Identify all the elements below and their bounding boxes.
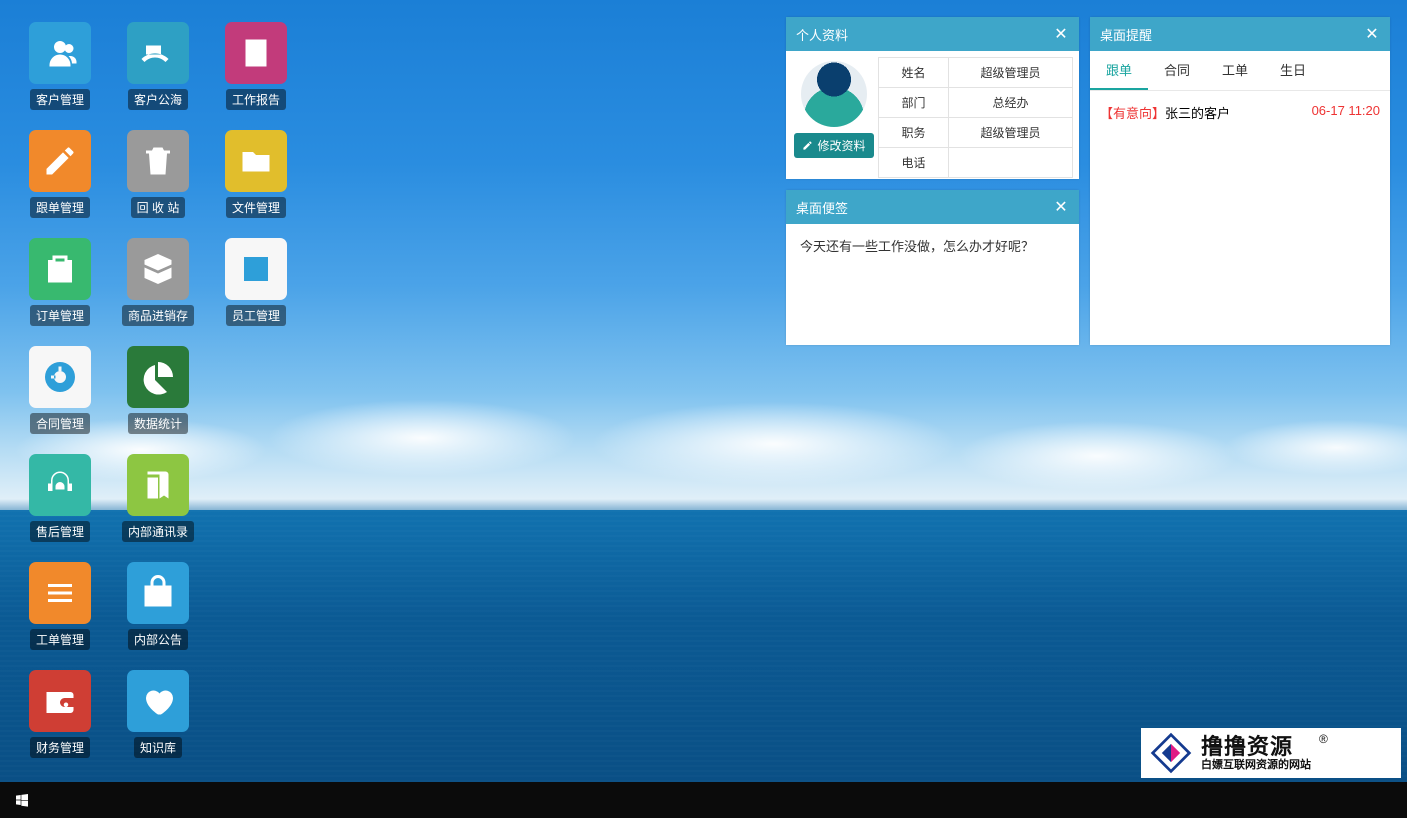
reminder-tab-2[interactable]: 工单 (1206, 51, 1264, 90)
avatar (801, 61, 867, 127)
desktop-icon-recycle-bin[interactable]: 回 收 站 (122, 130, 194, 218)
reminder-text: 张三的客户 (1165, 106, 1230, 121)
list-icon (29, 562, 91, 624)
desktop-icon-label: 商品进销存 (122, 305, 194, 326)
desktop-icon-knowledge[interactable]: 知识库 (122, 670, 194, 758)
desktop-icon-aftersales[interactable]: 售后管理 (24, 454, 96, 542)
desktop-icon-contract-mgmt[interactable]: 合同管理 (24, 346, 96, 434)
desktop-icon-inventory[interactable]: 商品进销存 (122, 238, 194, 326)
desktop-icon-customer-mgmt[interactable]: 客户管理 (24, 22, 96, 110)
reminder-tabs: 跟单合同工单生日 (1090, 51, 1390, 91)
desktop-icon-announcement[interactable]: 内部公告 (122, 562, 194, 650)
reminder-tab-0[interactable]: 跟单 (1090, 51, 1148, 90)
watermark: 撸撸资源 白嫖互联网资源的网站 ® (1141, 728, 1401, 778)
notes-title: 桌面便签 (796, 198, 848, 217)
desktop-icon-label: 知识库 (134, 737, 182, 758)
pie-icon (127, 346, 189, 408)
serve-icon (127, 22, 189, 84)
reminder-time: 06-17 11:20 (1312, 103, 1380, 122)
watermark-reg: ® (1319, 732, 1328, 746)
close-icon[interactable]: ✕ (1364, 24, 1380, 44)
desktop-icon-staff-mgmt[interactable]: 员工管理 (220, 238, 292, 326)
desktop-icon-label: 客户管理 (30, 89, 90, 110)
desktop-icon-contacts[interactable]: 内部通讯录 (122, 454, 194, 542)
heart-icon (127, 670, 189, 732)
desktop-icon-finance[interactable]: 财务管理 (24, 670, 96, 758)
reminders-header[interactable]: 桌面提醒 ✕ (1090, 17, 1390, 51)
edit-profile-button[interactable]: 修改资料 (794, 133, 873, 158)
watermark-title: 撸撸资源 (1201, 735, 1311, 759)
desktop-icon-stats[interactable]: 数据统计 (122, 346, 194, 434)
idcard-icon (225, 238, 287, 300)
desktop-icon-followup-mgmt[interactable]: 跟单管理 (24, 130, 96, 218)
taskbar (0, 782, 1407, 818)
reminders-panel: 桌面提醒 ✕ 跟单合同工单生日 【有意向】张三的客户 06-17 11:20 (1090, 17, 1390, 345)
bag-icon (127, 562, 189, 624)
folder-icon (225, 130, 287, 192)
desktop-icon-label: 内部通讯录 (122, 521, 194, 542)
profile-header[interactable]: 个人资料 ✕ (786, 17, 1079, 51)
profile-table: 姓名超级管理员 部门总经办 职务超级管理员 电话 (878, 57, 1073, 178)
desktop-icon-label: 文件管理 (226, 197, 286, 218)
notes-body[interactable]: 今天还有一些工作没做，怎么办才好呢？ (786, 224, 1079, 345)
wallet-icon (29, 670, 91, 732)
profile-panel: 个人资料 ✕ 修改资料 姓名超级管理员 部门总经办 职务超级管理员 电话 (786, 17, 1079, 179)
trash-icon (127, 130, 189, 192)
reminders-title: 桌面提醒 (1100, 25, 1152, 44)
close-icon[interactable]: ✕ (1053, 197, 1069, 217)
reminder-item[interactable]: 【有意向】张三的客户 06-17 11:20 (1100, 99, 1380, 126)
reminder-tab-1[interactable]: 合同 (1148, 51, 1206, 90)
profile-title: 个人资料 (796, 25, 848, 44)
desktop-icon-order-mgmt[interactable]: 订单管理 (24, 238, 96, 326)
windows-icon (14, 792, 30, 808)
users-icon (29, 22, 91, 84)
desktop-icon-label: 跟单管理 (30, 197, 90, 218)
desktop-icon-work-report[interactable]: 工作报告 (220, 22, 292, 110)
disk-icon (29, 346, 91, 408)
desktop-icon-file-mgmt[interactable]: 文件管理 (220, 130, 292, 218)
edit-profile-label: 修改资料 (817, 137, 865, 154)
agent-icon (29, 454, 91, 516)
desktop-icon-label: 内部公告 (128, 629, 188, 650)
box-icon (127, 238, 189, 300)
book-icon (127, 454, 189, 516)
notes-panel: 桌面便签 ✕ 今天还有一些工作没做，怎么办才好呢？ (786, 190, 1079, 345)
reminder-tag: 【有意向】 (1100, 106, 1165, 121)
desktop-icon-label: 员工管理 (226, 305, 286, 326)
start-button[interactable] (8, 786, 36, 814)
desktop-icon-customer-pool[interactable]: 客户公海 (122, 22, 194, 110)
reminder-list: 【有意向】张三的客户 06-17 11:20 (1090, 91, 1390, 134)
watermark-sub: 白嫖互联网资源的网站 (1201, 759, 1311, 771)
notes-header[interactable]: 桌面便签 ✕ (786, 190, 1079, 224)
desktop-icon-label: 售后管理 (30, 521, 90, 542)
note-icon (225, 22, 287, 84)
desktop-icon-label: 工单管理 (30, 629, 90, 650)
desktop-icon-label: 回 收 站 (131, 197, 186, 218)
desktop-icon-label: 合同管理 (30, 413, 90, 434)
edit-icon (29, 130, 91, 192)
close-icon[interactable]: ✕ (1053, 24, 1069, 44)
desktop-icon-ticket-mgmt[interactable]: 工单管理 (24, 562, 96, 650)
desktop-icon-label: 数据统计 (128, 413, 188, 434)
desktop-icon-label: 订单管理 (30, 305, 90, 326)
desktop-icon-label: 财务管理 (30, 737, 90, 758)
watermark-logo-icon (1149, 731, 1193, 775)
clipboard-icon (29, 238, 91, 300)
desktop-icon-label: 客户公海 (128, 89, 188, 110)
desktop-icon-label: 工作报告 (226, 89, 286, 110)
reminder-tab-3[interactable]: 生日 (1264, 51, 1322, 90)
